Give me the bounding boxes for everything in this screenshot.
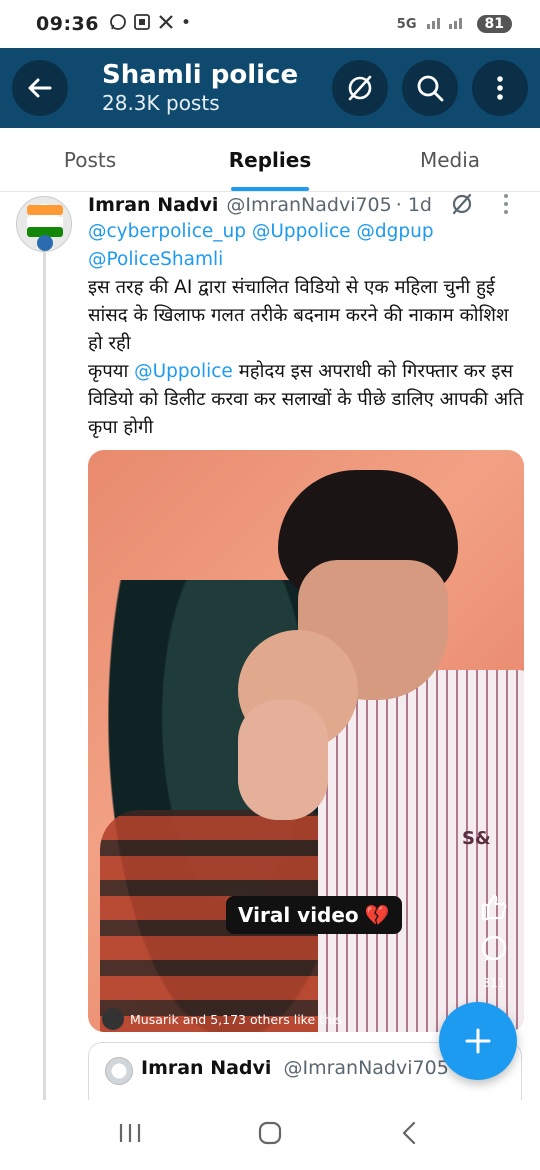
- grok-button[interactable]: [332, 60, 388, 116]
- more-button[interactable]: [472, 60, 528, 116]
- screenshot-icon: [133, 13, 151, 36]
- liker-avatar: [102, 1008, 124, 1030]
- quoted-avatar: [105, 1057, 133, 1085]
- more-vertical-icon: [504, 194, 508, 214]
- tweet-paragraph-2: कृपया @Uppolice महोदय इस अपराधी को गिरफ्…: [88, 358, 528, 442]
- home-button[interactable]: [256, 1119, 284, 1151]
- broken-heart-emoji: 💔: [364, 903, 390, 927]
- post-count: 28.3K posts: [102, 91, 220, 115]
- viral-video-label: Viral video 💔: [226, 896, 402, 934]
- comment-bubble-icon[interactable]: [479, 934, 509, 968]
- grok-icon: [452, 193, 472, 215]
- status-time: 09:36: [36, 13, 99, 35]
- tweet-p2-mention[interactable]: @Uppolice: [134, 361, 233, 382]
- quoted-header: Imran Nadvi @ImranNadvi705: [141, 1057, 449, 1079]
- header-actions: [332, 60, 528, 116]
- tab-media[interactable]: Media: [360, 128, 540, 191]
- media-side-actions: 311: [478, 892, 510, 990]
- whatsapp-icon: [109, 13, 127, 36]
- tweet-grok-button[interactable]: [450, 192, 474, 221]
- quoted-author-handle: @ImranNadvi705: [283, 1057, 449, 1079]
- profile-tabs: Posts Replies Media: [0, 128, 540, 192]
- tweet-paragraph-1: इस तरह की AI द्वारा संचालित विडियो से एक…: [88, 277, 509, 354]
- tweet-time: · 1d: [395, 194, 432, 216]
- system-nav-bar: [0, 1100, 540, 1170]
- tab-posts[interactable]: Posts: [0, 128, 180, 191]
- plus-icon: [465, 1028, 491, 1054]
- profile-header: Shamli police 28.3K posts: [0, 48, 540, 128]
- grok-icon: [348, 75, 372, 101]
- tab-replies[interactable]: Replies: [180, 128, 360, 191]
- status-bar: 09:36 • 5G 81: [0, 0, 540, 48]
- likes-text: Musarik and 5,173 others like this: [130, 1011, 342, 1027]
- media-hand: [238, 700, 328, 820]
- home-icon: [258, 1121, 282, 1145]
- search-button[interactable]: [402, 60, 458, 116]
- tweet-author-name[interactable]: Imran Nadvi: [88, 194, 218, 216]
- notification-icons: •: [109, 13, 191, 36]
- search-icon: [417, 75, 444, 102]
- viral-video-text: Viral video: [238, 903, 359, 927]
- tweet-p2-prefix: कृपया: [88, 361, 135, 382]
- header-titles: Shamli police 28.3K posts: [102, 60, 298, 116]
- tweet-mentions-line1[interactable]: @cyberpolice_up @Uppolice @dgpup: [88, 218, 528, 246]
- back-arrow-icon: [28, 78, 52, 98]
- back-button-nav[interactable]: [396, 1119, 424, 1151]
- more-vertical-icon: [497, 76, 503, 100]
- tweet-author-handle[interactable]: @ImranNadvi705: [226, 194, 391, 216]
- tweet-media-video[interactable]: S& Viral video 💔 311 Musarik and 5,173 o…: [88, 450, 524, 1032]
- notification-dot: •: [180, 12, 192, 33]
- tweet-mentions-line2[interactable]: @PoliceShamli: [88, 246, 528, 274]
- recents-button[interactable]: [116, 1121, 144, 1149]
- thumbs-up-icon[interactable]: [479, 892, 509, 926]
- thread-line: [43, 252, 46, 1107]
- media-likes-row: Musarik and 5,173 others like this: [102, 1006, 342, 1032]
- back-button[interactable]: [12, 60, 68, 116]
- avatar[interactable]: [16, 196, 72, 252]
- comment-count: 311: [482, 976, 506, 990]
- battery-indicator: 81: [476, 15, 512, 33]
- profile-name: Shamli police: [102, 60, 299, 90]
- status-right: 5G 81: [397, 14, 512, 34]
- recents-icon: [119, 1124, 141, 1142]
- x-icon: [157, 13, 175, 36]
- compose-fab[interactable]: [439, 1002, 517, 1080]
- signal-icon: [425, 14, 469, 34]
- tweet-more-button[interactable]: [503, 193, 509, 215]
- shirt-logo: S&: [462, 828, 491, 849]
- back-icon: [402, 1121, 416, 1145]
- tweet-body: @cyberpolice_up @Uppolice @dgpup @Police…: [88, 218, 528, 442]
- quoted-author-name: Imran Nadvi: [141, 1057, 272, 1079]
- network-label: 5G: [396, 16, 417, 32]
- tweet-header: Imran Nadvi @ImranNadvi705 · 1d: [88, 190, 528, 220]
- screen: 09:36 • 5G 81 Shamli police 28.3K posts …: [0, 0, 540, 1170]
